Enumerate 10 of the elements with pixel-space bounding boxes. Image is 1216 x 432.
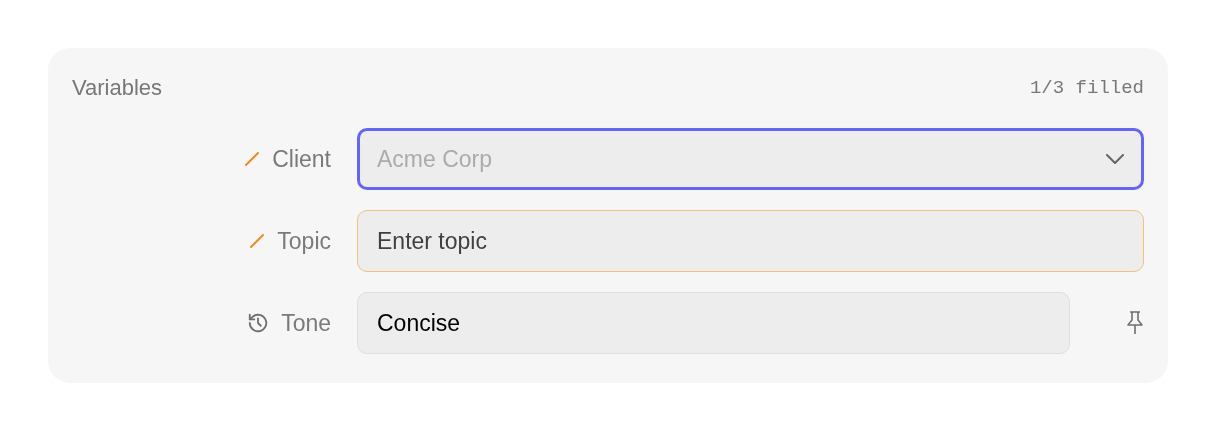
pin-icon[interactable] <box>1126 310 1144 336</box>
text-field[interactable]: Enter topic <box>357 210 1144 272</box>
select-placeholder: Acme Corp <box>377 145 493 173</box>
chevron-down-icon <box>1106 154 1124 164</box>
panel-title: Variables <box>72 75 163 101</box>
field-label: Topic <box>277 227 331 255</box>
text-field[interactable]: Concise <box>357 292 1070 354</box>
field-label: Tone <box>281 309 331 337</box>
field-label: Client <box>272 145 331 173</box>
filled-count: 1/3 filled <box>1029 77 1144 99</box>
